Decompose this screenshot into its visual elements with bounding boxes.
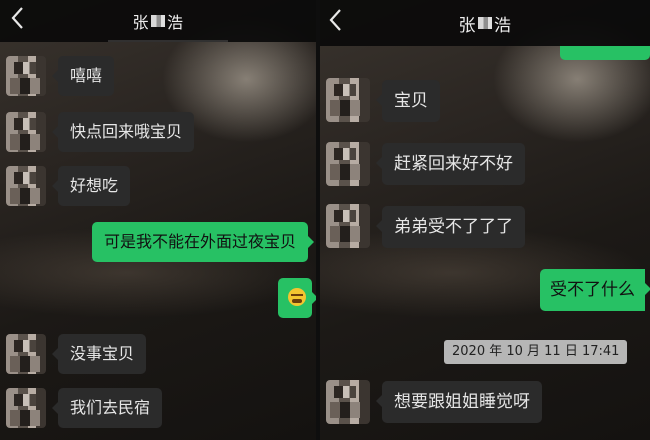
chat-header: 张 浩 bbox=[320, 0, 650, 46]
message-bubble-incoming[interactable]: 赶紧回来好不好 bbox=[376, 143, 525, 185]
header-divider bbox=[108, 40, 228, 42]
message-bubble-incoming[interactable]: 好想吃 bbox=[51, 166, 131, 206]
contact-avatar[interactable] bbox=[6, 334, 46, 374]
message-bubble-outgoing[interactable]: 可是我不能在外面过夜宝贝 bbox=[92, 222, 315, 262]
name-mosaic bbox=[478, 17, 492, 29]
contact-avatar[interactable] bbox=[326, 204, 370, 248]
message-bubble-incoming[interactable]: 我们去民宿 bbox=[51, 388, 163, 428]
contact-avatar[interactable] bbox=[326, 380, 370, 424]
message-bubble-incoming[interactable]: 没事宝贝 bbox=[51, 334, 147, 374]
timestamp: 2020 年 10 月 11 日 17:41 bbox=[444, 340, 628, 364]
message-bubble-incoming[interactable]: 想要跟姐姐睡觉呀 bbox=[376, 381, 542, 423]
chat-panel-left: 张 浩 嘻嘻 快点回来哦宝贝 好想吃 可是我不能在外面过夜宝贝 没事宝贝 我们去… bbox=[0, 0, 316, 440]
message-bubble-outgoing[interactable] bbox=[278, 278, 316, 318]
back-icon[interactable] bbox=[328, 8, 354, 38]
contact-avatar[interactable] bbox=[6, 166, 46, 206]
message-bubble-incoming[interactable]: 快点回来哦宝贝 bbox=[51, 112, 195, 152]
laughing-face-emoji bbox=[288, 288, 306, 306]
contact-avatar[interactable] bbox=[6, 388, 46, 428]
chat-header: 张 浩 bbox=[0, 0, 316, 42]
contact-name: 张 浩 bbox=[458, 15, 512, 36]
back-icon[interactable] bbox=[10, 6, 36, 36]
contact-avatar[interactable] bbox=[326, 142, 370, 186]
message-bubble-incoming[interactable]: 弟弟受不了了了 bbox=[376, 206, 525, 248]
message-bubble-outgoing[interactable]: 受不了什么 bbox=[540, 269, 650, 311]
contact-avatar[interactable] bbox=[6, 56, 46, 96]
message-bubble-outgoing-partial[interactable] bbox=[560, 46, 650, 60]
name-mosaic bbox=[151, 15, 165, 27]
message-bubble-incoming[interactable]: 嘻嘻 bbox=[51, 56, 115, 96]
contact-name: 张 浩 bbox=[132, 13, 184, 32]
contact-avatar[interactable] bbox=[326, 78, 370, 122]
message-bubble-incoming[interactable]: 宝贝 bbox=[376, 80, 440, 122]
contact-avatar[interactable] bbox=[6, 112, 46, 152]
